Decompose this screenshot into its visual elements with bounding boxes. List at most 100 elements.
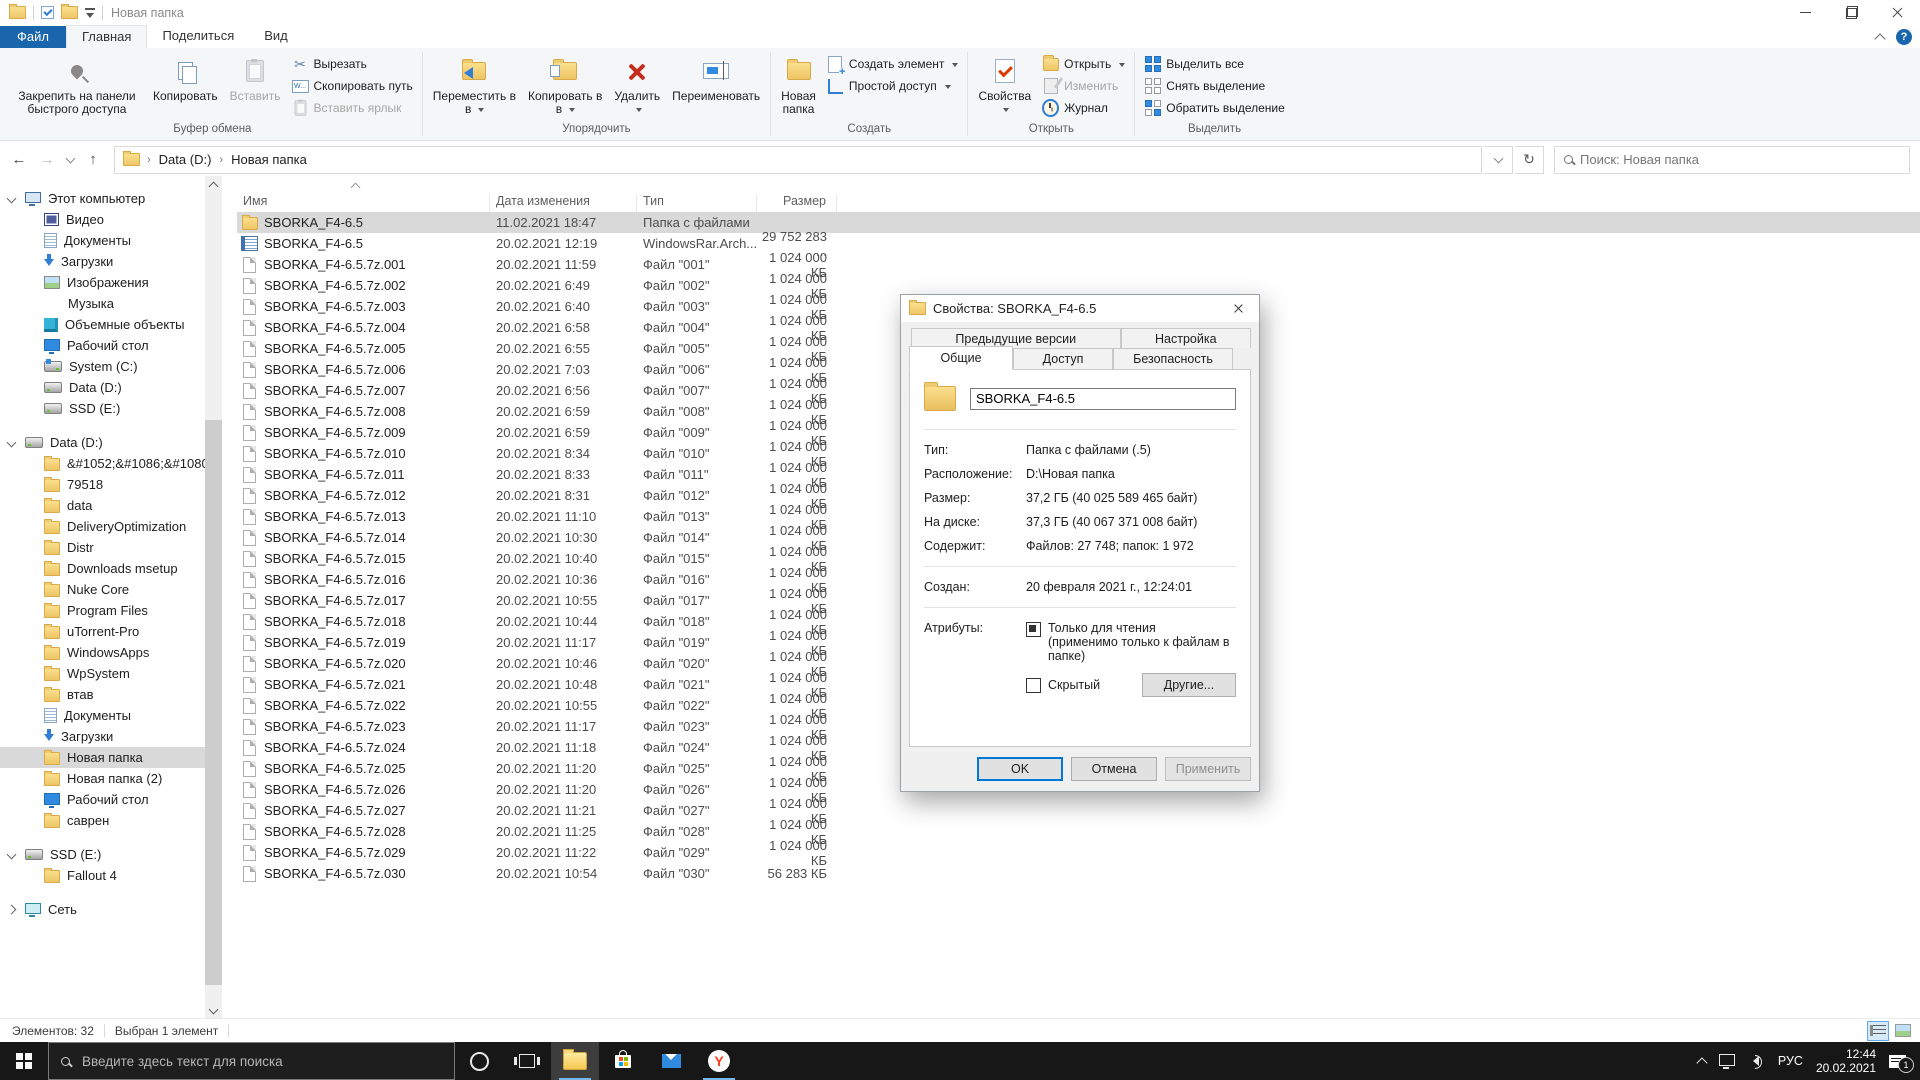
sidebar-item[interactable]: Загрузки (0, 726, 205, 747)
tree-chevron-icon[interactable] (6, 904, 17, 915)
table-row[interactable]: SBORKA_F4-6.5.7z.030 20.02.2021 10:54 Файл… (237, 863, 1920, 884)
pin-to-quick-access-button[interactable]: Закрепить на панели быстрого доступа (7, 51, 147, 123)
column-header[interactable]: Дата изменения (490, 194, 637, 212)
scroll-up-icon[interactable] (205, 176, 222, 193)
explorer-search-input[interactable]: Поиск: Новая папка (1554, 145, 1910, 174)
readonly-checkbox[interactable] (1026, 622, 1041, 637)
language-indicator[interactable]: РУС (1778, 1054, 1803, 1068)
sidebar-item[interactable]: SSD (E:) (0, 398, 205, 419)
start-button[interactable] (0, 1042, 48, 1080)
sidebar-item[interactable]: Документы (0, 230, 205, 251)
select-all-button[interactable]: Выделить все (1139, 53, 1290, 75)
clock[interactable]: 12:44 20.02.2021 (1816, 1047, 1876, 1075)
sidebar-item[interactable]: Музыка (0, 293, 205, 314)
cut-button[interactable]: ✂ Вырезать (287, 53, 418, 75)
folder-name-input[interactable] (970, 387, 1236, 410)
new-item-button[interactable]: Создать элемент (822, 53, 964, 77)
sidebar-item[interactable]: Downloads msetup (0, 558, 205, 579)
column-header[interactable]: Тип (637, 194, 757, 212)
properties-quick-icon[interactable] (41, 6, 54, 19)
paste-shortcut-button[interactable]: Вставить ярлык (287, 97, 418, 119)
rename-button[interactable]: Переименовать (666, 51, 766, 123)
customize-toolbar-icon[interactable] (85, 7, 95, 18)
apply-button[interactable]: Применить (1165, 757, 1251, 781)
up-button[interactable]: ↑ (80, 147, 106, 173)
dialog-tab[interactable]: Доступ (1013, 348, 1113, 370)
volume-icon[interactable] (1748, 1055, 1762, 1069)
sidebar-item[interactable]: uTorrent-Pro (0, 621, 205, 642)
sidebar-item[interactable]: Рабочий стол (0, 789, 205, 810)
sidebar-item[interactable]: SSD (E:) (0, 844, 205, 865)
scrollbar-thumb[interactable] (205, 420, 222, 985)
sidebar-item[interactable]: Документы (0, 705, 205, 726)
taskbar-search-input[interactable] (80, 1052, 384, 1070)
address-dropdown-icon[interactable] (1484, 145, 1513, 174)
sidebar-item[interactable]: Nuke Core (0, 579, 205, 600)
sidebar-item[interactable]: System (C:) (0, 356, 205, 377)
taskbar-mail[interactable] (647, 1042, 695, 1080)
sidebar-item[interactable]: Загрузки (0, 251, 205, 272)
close-button[interactable] (1874, 0, 1920, 25)
breadcrumb-item[interactable]: Data (D:) (152, 147, 219, 173)
network-icon[interactable] (1718, 1054, 1735, 1069)
copy-button[interactable]: Копировать (147, 51, 224, 123)
column-header[interactable]: Имя (237, 194, 490, 212)
sidebar-item[interactable]: Рабочий стол (0, 335, 205, 356)
help-icon[interactable]: ? (1896, 29, 1912, 45)
recent-locations-icon[interactable] (62, 147, 78, 173)
sidebar-item[interactable]: WpSystem (0, 663, 205, 684)
easy-access-button[interactable]: Простой доступ (822, 75, 964, 97)
details-view-icon[interactable] (1867, 1020, 1889, 1041)
open-button[interactable]: Открыть (1037, 53, 1130, 75)
sidebar-item[interactable]: Data (D:) (0, 377, 205, 398)
sidebar-item[interactable]: Новая папка (0, 747, 205, 768)
breadcrumb[interactable]: › Data (D:) › Новая папка (114, 145, 1482, 174)
sidebar-item[interactable]: Сеть (0, 899, 205, 920)
back-button[interactable]: ← (6, 147, 32, 173)
edit-button[interactable]: Изменить (1037, 75, 1130, 97)
tab-поделиться[interactable]: Поделиться (147, 25, 249, 48)
sidebar-item[interactable]: втав (0, 684, 205, 705)
sidebar-item[interactable]: Объемные объекты (0, 314, 205, 335)
hidden-checkbox[interactable] (1026, 678, 1041, 693)
move-to-button[interactable]: Переместить вв (427, 51, 522, 123)
table-row[interactable]: SBORKA_F4-6.5.7z.001 20.02.2021 11:59 Файл… (237, 250, 1920, 280)
properties-button[interactable]: Свойства (972, 51, 1037, 123)
sidebar-item[interactable]: Новая папка (2) (0, 768, 205, 789)
refresh-icon[interactable]: ↻ (1515, 145, 1544, 174)
scroll-down-icon[interactable] (205, 1002, 222, 1019)
restore-button[interactable] (1828, 0, 1874, 25)
sidebar-item[interactable]: data (0, 495, 205, 516)
sidebar-item[interactable]: 79518 (0, 474, 205, 495)
sidebar-item[interactable]: DeliveryOptimization (0, 516, 205, 537)
hidden-icons-chevron[interactable] (1696, 1056, 1708, 1069)
taskbar-store[interactable] (599, 1042, 647, 1080)
tab-вид[interactable]: Вид (249, 25, 303, 48)
notification-center-icon[interactable]: 1 (1889, 1054, 1914, 1073)
table-row[interactable]: SBORKA_F4-6.5.7z.027 20.02.2021 11:21 Файл… (237, 796, 1920, 826)
invert-selection-button[interactable]: Обратить выделение (1139, 97, 1290, 119)
sidebar-item[interactable]: &#1052;&#1086;&#1080; &# (0, 453, 205, 474)
dialog-tab[interactable]: Общие (909, 346, 1013, 370)
table-row[interactable]: SBORKA_F4-6.5.7z.002 20.02.2021 6:49 Файл … (237, 271, 1920, 301)
cancel-button[interactable]: Отмена (1071, 757, 1157, 781)
select-none-button[interactable]: Снять выделение (1139, 75, 1290, 97)
forward-button[interactable]: → (34, 147, 60, 173)
sidebar-item[interactable]: Fallout 4 (0, 865, 205, 886)
minimize-button[interactable] (1782, 0, 1828, 25)
table-row[interactable]: SBORKA_F4-6.5 11.02.2021 18:47 Папка с фай… (237, 212, 1920, 233)
cortana-button[interactable] (455, 1042, 503, 1080)
dialog-tab[interactable]: Безопасность (1113, 348, 1233, 370)
table-row[interactable]: SBORKA_F4-6.5.7z.029 20.02.2021 11:22 Файл… (237, 838, 1920, 868)
sidebar-item[interactable]: Изображения (0, 272, 205, 293)
paste-button[interactable]: Вставить (224, 51, 287, 123)
tab-главная[interactable]: Главная (65, 25, 148, 48)
delete-button[interactable]: Удалить (608, 51, 666, 123)
sidebar-item[interactable]: саврен (0, 810, 205, 831)
table-row[interactable]: SBORKA_F4-6.5 20.02.2021 12:19 WindowsRar.… (237, 229, 1920, 259)
sidebar-item[interactable]: WindowsApps (0, 642, 205, 663)
tree-chevron-icon[interactable] (6, 849, 17, 860)
tree-chevron-icon[interactable] (6, 437, 17, 448)
dialog-tab[interactable]: Настройка (1120, 328, 1251, 348)
sidebar-item[interactable]: Distr (0, 537, 205, 558)
